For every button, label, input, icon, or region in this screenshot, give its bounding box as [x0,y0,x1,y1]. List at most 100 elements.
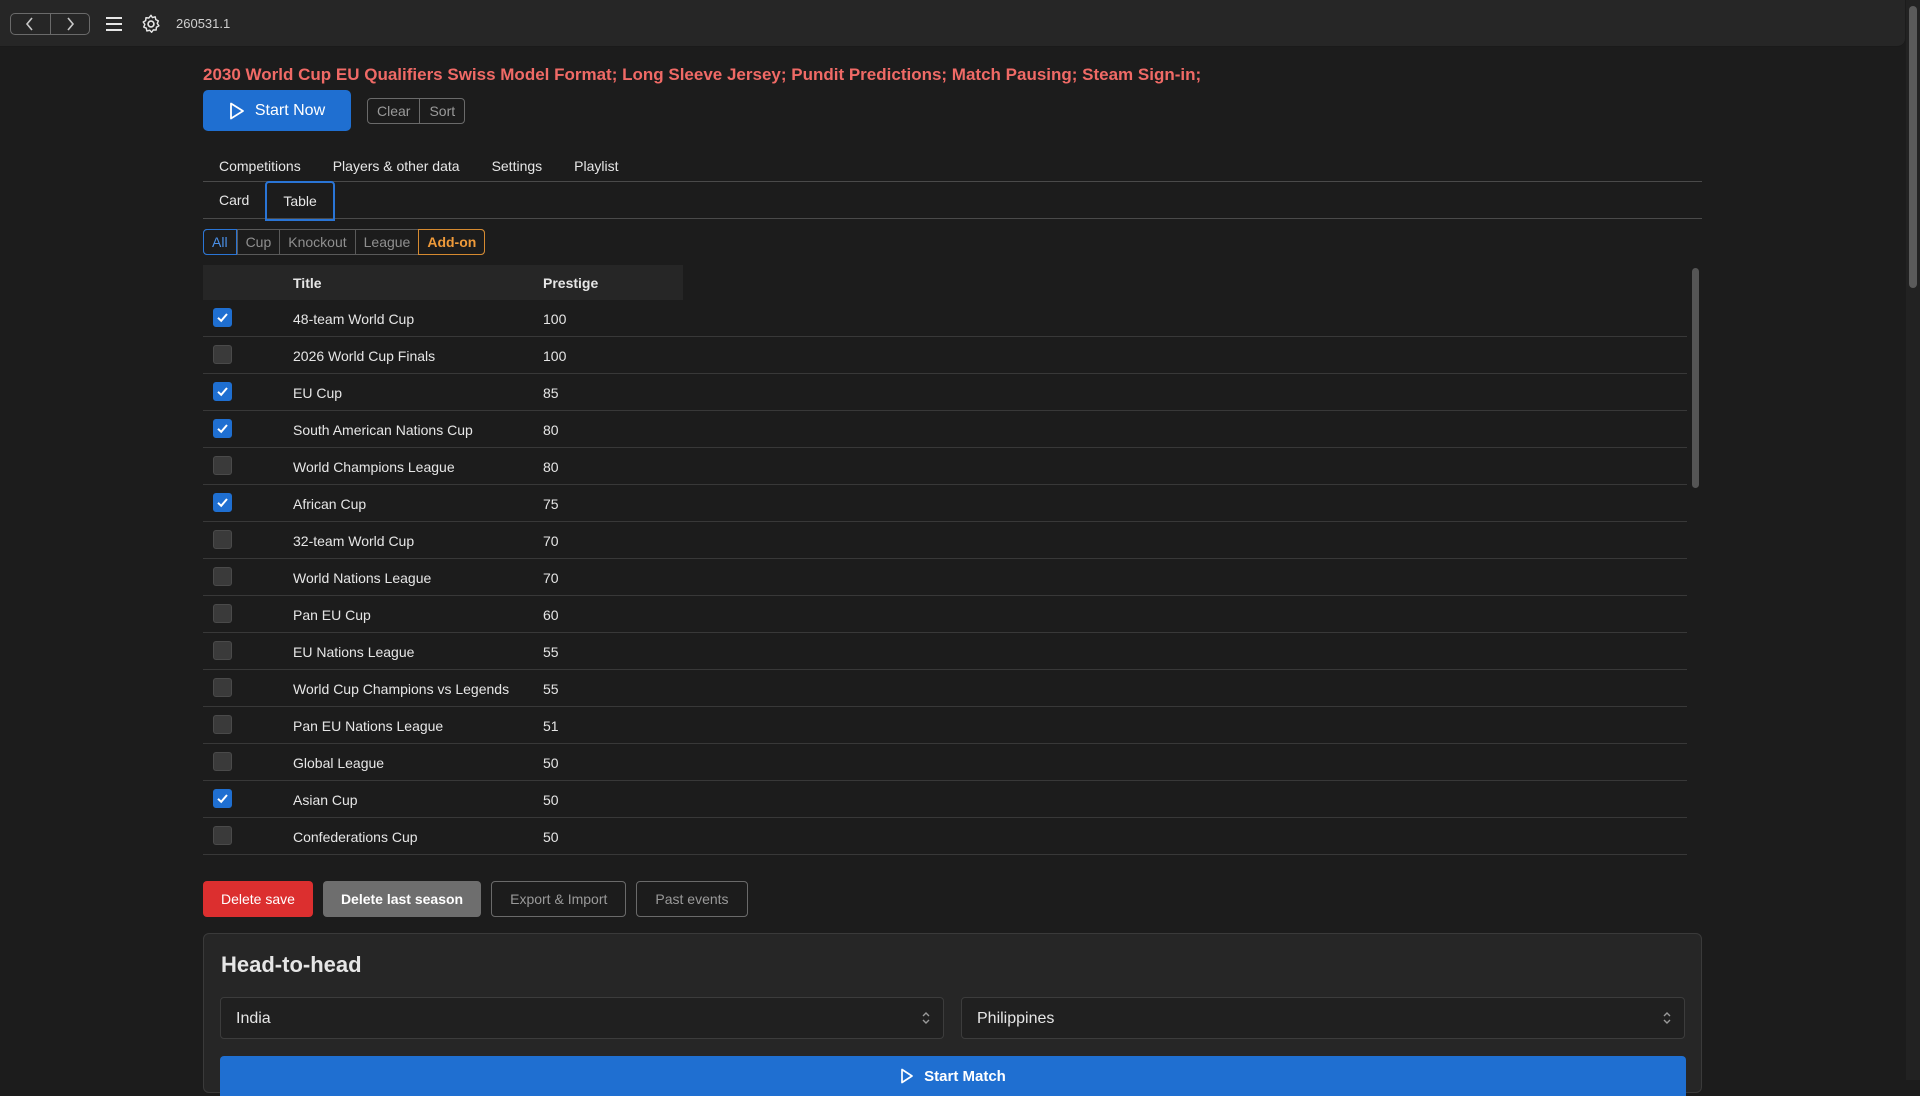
row-title: World Champions League [293,459,455,475]
row-checkbox[interactable] [213,493,232,512]
table-row[interactable]: World Nations League 70 [203,559,1687,596]
row-checkbox[interactable] [213,345,232,364]
head-to-head-title: Head-to-head [221,952,362,977]
table-row[interactable]: Pan EU Cup 60 [203,596,1687,633]
table-row[interactable]: South American Nations Cup 80 [203,411,1687,448]
column-header-title[interactable]: Title [293,275,322,291]
page-scrollbar[interactable] [1906,0,1920,1080]
row-prestige: 75 [543,496,559,512]
start-match-button[interactable]: Start Match [220,1056,1686,1096]
save-actions: Delete save Delete last season Export & … [203,881,748,917]
top-bar: 260531.1 [0,0,1905,47]
row-checkbox[interactable] [213,604,232,623]
forward-icon [67,17,74,31]
row-checkbox[interactable] [213,826,232,845]
view-tabs: Card Table [203,181,1702,221]
back-button[interactable] [11,14,50,34]
row-prestige: 100 [543,311,567,327]
table-row[interactable]: 48-team World Cup 100 [203,300,1687,337]
checkmark-icon [217,387,228,397]
table-row[interactable]: World Champions League 80 [203,448,1687,485]
table-row[interactable]: Global League 50 [203,744,1687,781]
row-title: African Cup [293,496,367,512]
team-a-value: India [236,1010,271,1027]
row-checkbox[interactable] [213,752,232,771]
table-scrollbar-thumb[interactable] [1692,268,1699,488]
filter-add-on[interactable]: Add-on [418,229,486,255]
tab-playlist[interactable]: Playlist [558,150,634,181]
delete-last-season-button[interactable]: Delete last season [322,881,482,917]
menu-icon[interactable] [104,14,124,34]
delete-save-button[interactable]: Delete save [203,881,313,917]
tab-table[interactable]: Table [265,181,335,221]
table-row[interactable]: Pan EU Nations League 51 [203,707,1687,744]
row-title: Pan EU Nations League [293,718,444,734]
team-b-select[interactable]: Philippines [961,997,1685,1039]
row-prestige: 60 [543,607,559,623]
row-prestige: 100 [543,348,567,364]
table-row[interactable]: EU Cup 85 [203,374,1687,411]
checkmark-icon [217,424,228,434]
row-title: Pan EU Cup [293,607,371,623]
start-match-label: Start Match [924,1067,1006,1085]
past-events-button[interactable]: Past events [636,881,748,917]
row-checkbox[interactable] [213,456,232,475]
row-title: Confederations Cup [293,829,418,845]
row-title: Global League [293,755,385,771]
row-title: 48-team World Cup [293,311,415,327]
filter-all[interactable]: All [203,229,237,255]
row-checkbox[interactable] [213,567,232,586]
row-checkbox[interactable] [213,641,232,660]
row-checkbox[interactable] [213,789,232,808]
start-now-button[interactable]: Start Now [203,90,351,131]
table-row[interactable]: Asian Cup 50 [203,781,1687,818]
tab-competitions[interactable]: Competitions [203,150,317,181]
column-header-prestige[interactable]: Prestige [543,275,598,291]
forward-button[interactable] [49,14,90,34]
table-scrollbar[interactable] [1689,265,1702,864]
filter-cup[interactable]: Cup [236,230,280,254]
gear-icon[interactable] [140,13,162,35]
table-row[interactable]: African Cup 75 [203,485,1687,522]
checkmark-icon [217,313,228,323]
tab-card[interactable]: Card [203,182,265,218]
page-scrollbar-thumb[interactable] [1909,6,1917,288]
team-b-value: Philippines [977,1010,1055,1027]
filter-league[interactable]: League [354,230,419,254]
row-title: 2026 World Cup Finals [293,348,436,364]
clear-button[interactable]: Clear [368,99,419,123]
row-prestige: 80 [543,459,559,475]
row-title: World Cup Champions vs Legends [293,681,510,697]
row-checkbox[interactable] [213,419,232,438]
main-tabs: Competitions Players & other data Settin… [203,150,1702,182]
table-row[interactable]: EU Nations League 55 [203,633,1687,670]
row-title: EU Cup [293,385,343,401]
row-title: South American Nations Cup [293,422,473,438]
table-row[interactable]: World Cup Champions vs Legends 55 [203,670,1687,707]
back-icon [26,17,33,31]
row-title: World Nations League [293,570,432,586]
row-checkbox[interactable] [213,382,232,401]
export-import-button[interactable]: Export & Import [491,881,627,917]
row-prestige: 80 [543,422,559,438]
clear-sort-group: Clear Sort [367,98,466,124]
row-checkbox[interactable] [213,678,232,697]
table-row[interactable]: 2026 World Cup Finals 100 [203,337,1687,374]
row-prestige: 70 [543,533,559,549]
filter-knockout[interactable]: Knockout [279,230,354,254]
table-row[interactable]: Confederations Cup 50 [203,818,1687,855]
row-prestige: 50 [543,829,559,845]
tab-players-other-data[interactable]: Players & other data [317,150,476,181]
row-checkbox[interactable] [213,715,232,734]
row-checkbox[interactable] [213,530,232,549]
select-chevron-icon [1663,1012,1671,1024]
team-a-select[interactable]: India [220,997,944,1039]
sort-button[interactable]: Sort [419,99,464,123]
tab-settings[interactable]: Settings [476,150,559,181]
row-prestige: 50 [543,792,559,808]
row-checkbox[interactable] [213,308,232,327]
select-chevron-icon [922,1012,930,1024]
checkmark-icon [217,498,228,508]
table-row[interactable]: 32-team World Cup 70 [203,522,1687,559]
row-prestige: 85 [543,385,559,401]
